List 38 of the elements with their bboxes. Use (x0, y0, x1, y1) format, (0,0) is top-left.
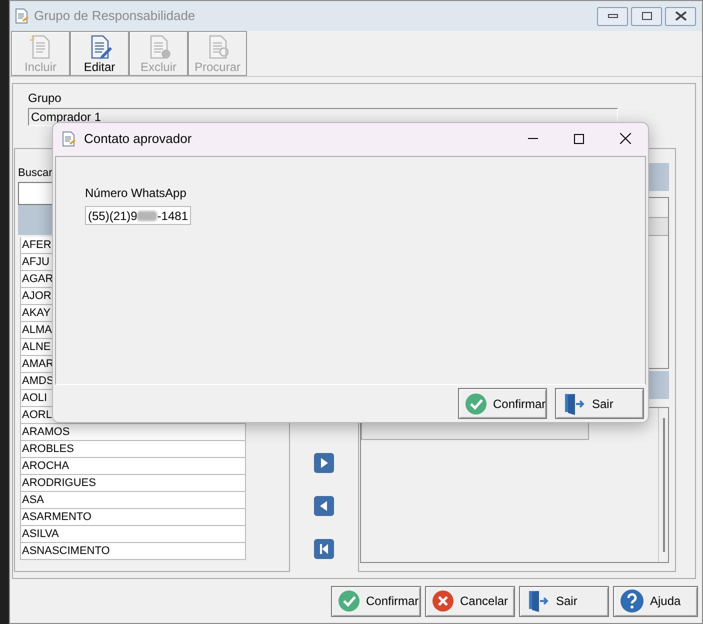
list-item[interactable]: ASNASCIMENTO (21, 542, 246, 560)
check-icon (338, 590, 360, 612)
minimize-button[interactable] (597, 6, 628, 26)
list-item[interactable]: ASILVA (21, 526, 246, 542)
confirm-button[interactable]: Confirmar (458, 388, 547, 419)
help-icon (620, 589, 644, 613)
search-label: Buscar (18, 166, 52, 181)
exit-door-icon (526, 589, 550, 613)
move-first-button[interactable] (314, 539, 334, 559)
group-label: Grupo (28, 90, 62, 107)
help-button[interactable]: Ajuda (613, 586, 698, 616)
list-item[interactable]: AROBLES (21, 440, 246, 458)
window-document-icon (14, 8, 30, 24)
move-left-button[interactable] (314, 496, 334, 516)
scrollbar[interactable] (662, 418, 664, 552)
list-item[interactable]: ASA (21, 492, 246, 508)
close-icon (674, 11, 686, 21)
exit-door-icon (562, 392, 586, 416)
check-icon (465, 392, 487, 414)
dialog-title: Contato aprovador (84, 130, 192, 148)
toolbar-button[interactable]: Editar (70, 31, 129, 76)
cancel-button[interactable]: Cancelar (425, 586, 515, 616)
list-item[interactable]: ASARMENTO (21, 508, 246, 526)
exit-button[interactable]: Sair (555, 388, 644, 419)
list-item[interactable]: AROCHA (21, 458, 246, 474)
close-icon (620, 133, 630, 144)
list-item[interactable]: ARAMOS (21, 424, 246, 440)
confirm-button[interactable]: Confirmar (331, 586, 421, 616)
exit-button[interactable]: Sair (519, 586, 609, 616)
whatsapp-field[interactable]: (55)(21)9 -1481 (85, 206, 191, 225)
maximize-button[interactable] (631, 6, 662, 26)
list-item[interactable]: ARODRIGUES (21, 474, 246, 492)
whatsapp-label: Número WhatsApp (85, 185, 186, 202)
cancel-icon (432, 590, 454, 612)
move-right-button[interactable] (314, 453, 334, 473)
close-button[interactable] (665, 6, 696, 26)
window-document-icon (61, 130, 77, 146)
window-title: Grupo de Responsabilidade (34, 7, 196, 26)
